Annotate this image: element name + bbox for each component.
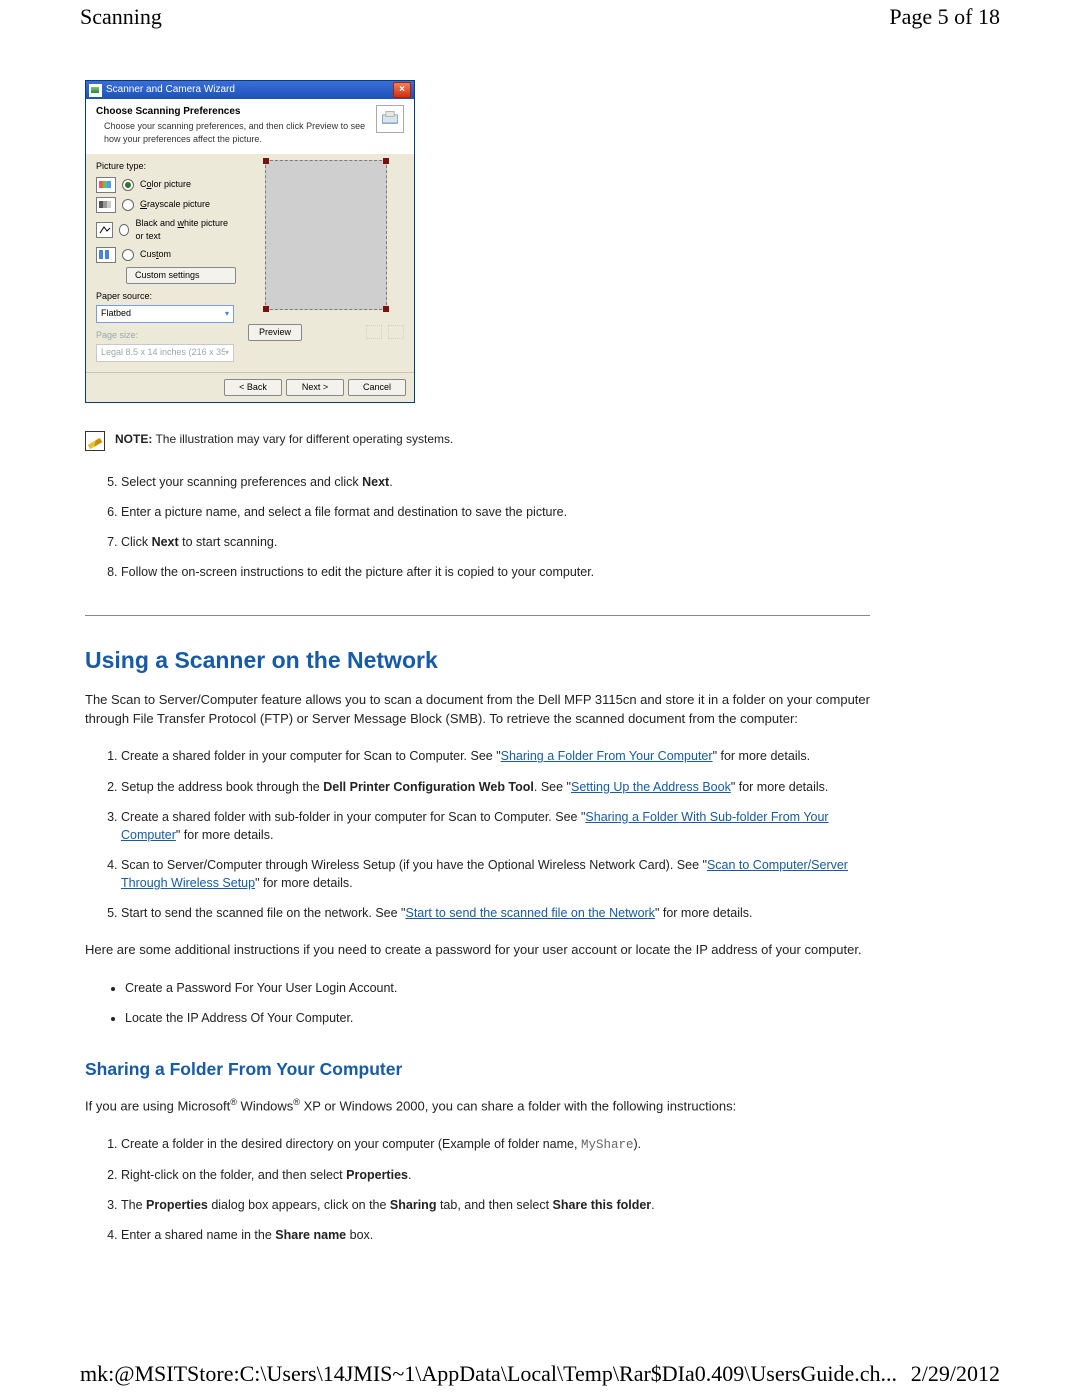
wizard-titlebar: Scanner and Camera Wizard × bbox=[86, 81, 414, 99]
net-step-1: Create a shared folder in your computer … bbox=[121, 741, 870, 771]
paper-source-value: Flatbed bbox=[101, 307, 131, 320]
example-folder-name: MyShare bbox=[581, 1138, 634, 1152]
section-divider bbox=[85, 615, 870, 616]
net-step-5: Start to send the scanned file on the ne… bbox=[121, 898, 870, 928]
option-grayscale[interactable]: Grayscale picture bbox=[96, 197, 236, 213]
header-title: Scanning bbox=[80, 4, 162, 30]
zoom-fit-icon[interactable] bbox=[366, 325, 382, 339]
option-custom-label: Custom bbox=[140, 248, 171, 261]
bullet-ip: Locate the IP Address Of Your Computer. bbox=[125, 1003, 870, 1033]
preview-button[interactable]: Preview bbox=[248, 324, 302, 341]
page-size-combo: Legal 8.5 x 14 inches (216 x 356 mm) ▾ bbox=[96, 344, 234, 362]
back-button[interactable]: < Back bbox=[224, 379, 282, 396]
link-sharing-folder[interactable]: Sharing a Folder From Your Computer bbox=[501, 749, 713, 763]
step-7: Click Next to start scanning. bbox=[121, 527, 870, 557]
page-size-value: Legal 8.5 x 14 inches (216 x 356 mm) bbox=[101, 346, 225, 359]
option-bw-label: Black and white picture or text bbox=[135, 217, 236, 243]
note-label: NOTE: bbox=[115, 432, 152, 446]
net-step-2: Setup the address book through the Dell … bbox=[121, 772, 870, 802]
crop-handle[interactable] bbox=[263, 158, 269, 164]
option-bw[interactable]: Black and white picture or text bbox=[96, 217, 236, 243]
heading-network-scanner: Using a Scanner on the Network bbox=[85, 644, 870, 677]
paper-source-combo[interactable]: Flatbed ▾ bbox=[96, 305, 234, 323]
page-size-label: Page size: bbox=[96, 329, 236, 342]
zoom-actual-icon[interactable] bbox=[388, 325, 404, 339]
wizard-title: Scanner and Camera Wizard bbox=[106, 83, 235, 98]
picture-type-label: Picture type: bbox=[96, 160, 236, 173]
radio-custom[interactable] bbox=[122, 249, 134, 261]
share-step-1: Create a folder in the desired directory… bbox=[121, 1129, 870, 1160]
custom-settings-button[interactable]: Custom settings bbox=[126, 267, 236, 284]
footer-date: 2/29/2012 bbox=[911, 1361, 1000, 1387]
network-steps: Create a shared folder in your computer … bbox=[121, 741, 870, 928]
next-button[interactable]: Next > bbox=[286, 379, 344, 396]
wizard-app-icon bbox=[89, 84, 102, 97]
link-start-send[interactable]: Start to send the scanned file on the Ne… bbox=[405, 906, 654, 920]
net-step-4: Scan to Server/Computer through Wireless… bbox=[121, 850, 870, 898]
cancel-button[interactable]: Cancel bbox=[348, 379, 406, 396]
chevron-down-icon: ▾ bbox=[225, 347, 229, 359]
network-intro: The Scan to Server/Computer feature allo… bbox=[85, 691, 870, 729]
crop-handle[interactable] bbox=[383, 158, 389, 164]
link-address-book[interactable]: Setting Up the Address Book bbox=[571, 780, 731, 794]
thumb-color-icon bbox=[96, 177, 116, 193]
scanner-icon bbox=[376, 105, 404, 133]
step-6: Enter a picture name, and select a file … bbox=[121, 497, 870, 527]
close-icon[interactable]: × bbox=[393, 82, 411, 98]
wizard-window: Scanner and Camera Wizard × Choose Scann… bbox=[85, 80, 415, 403]
paper-source-label: Paper source: bbox=[96, 290, 236, 303]
radio-grayscale[interactable] bbox=[122, 199, 134, 211]
crop-handle[interactable] bbox=[383, 306, 389, 312]
share-step-4: Enter a shared name in the Share name bo… bbox=[121, 1220, 870, 1250]
note-icon bbox=[85, 431, 105, 451]
steps-continued: Select your scanning preferences and cli… bbox=[121, 467, 870, 588]
wizard-heading: Choose Scanning Preferences bbox=[96, 105, 368, 120]
wizard-subhead: Choose your scanning preferences, and th… bbox=[96, 120, 368, 146]
option-custom[interactable]: Custom bbox=[96, 247, 236, 263]
header-paging: Page 5 of 18 bbox=[889, 4, 1000, 30]
option-grayscale-label: Grayscale picture bbox=[140, 198, 210, 211]
net-step-3: Create a shared folder with sub-folder i… bbox=[121, 802, 870, 850]
share-step-3: The Properties dialog box appears, click… bbox=[121, 1190, 870, 1220]
additional-intro: Here are some additional instructions if… bbox=[85, 941, 870, 960]
heading-sharing-folder: Sharing a Folder From Your Computer bbox=[85, 1057, 870, 1082]
note-text: The illustration may vary for different … bbox=[152, 432, 453, 446]
share-steps: Create a folder in the desired directory… bbox=[121, 1129, 870, 1251]
thumb-gray-icon bbox=[96, 197, 116, 213]
chevron-down-icon: ▾ bbox=[225, 308, 229, 320]
additional-list: Create a Password For Your User Login Ac… bbox=[121, 973, 870, 1033]
thumb-custom-icon bbox=[96, 247, 116, 263]
bullet-password: Create a Password For Your User Login Ac… bbox=[125, 973, 870, 1003]
option-color-label: Color picture bbox=[140, 178, 191, 191]
thumb-bw-icon bbox=[96, 222, 113, 238]
radio-bw[interactable] bbox=[119, 224, 129, 236]
note: NOTE: The illustration may vary for diff… bbox=[85, 431, 870, 451]
footer-path: mk:@MSITStore:C:\Users\14JMIS~1\AppData\… bbox=[80, 1361, 897, 1387]
wizard-header: Choose Scanning Preferences Choose your … bbox=[86, 99, 414, 154]
step-5: Select your scanning preferences and cli… bbox=[121, 467, 870, 497]
share-intro: If you are using Microsoft® Windows® XP … bbox=[85, 1096, 870, 1116]
share-step-2: Right-click on the folder, and then sele… bbox=[121, 1160, 870, 1190]
step-8: Follow the on-screen instructions to edi… bbox=[121, 557, 870, 587]
preview-area[interactable] bbox=[265, 160, 387, 310]
page-content: Scanner and Camera Wizard × Choose Scann… bbox=[85, 80, 870, 1260]
crop-handle[interactable] bbox=[263, 306, 269, 312]
option-color[interactable]: Color picture bbox=[96, 177, 236, 193]
radio-color[interactable] bbox=[122, 179, 134, 191]
